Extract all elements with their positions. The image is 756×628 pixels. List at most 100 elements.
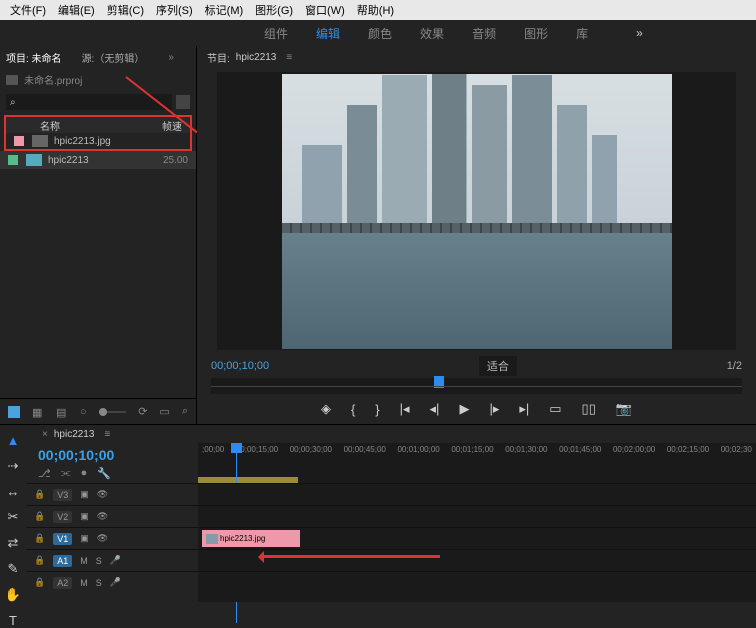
pen-tool[interactable]: ✎ [8,561,19,577]
project-filter-icon[interactable] [176,95,190,109]
track-header-a1[interactable]: 🔒 A1 MS 🎤 [26,549,198,571]
track-header-v1[interactable]: 🔒 V1 ▣ 👁 [26,527,198,549]
eye-icon[interactable]: 👁 [97,533,108,544]
voice-icon[interactable]: 🎤 [110,577,121,588]
add-marker-button[interactable]: ◈ [321,401,331,417]
add-marker-icon[interactable]: ● [81,467,88,480]
ws-graphics[interactable]: 图形 [510,25,562,42]
ws-assembly[interactable]: 组件 [250,25,302,42]
selection-tool[interactable]: ▲ [7,433,20,448]
menu-file[interactable]: 文件(F) [4,2,52,18]
menu-help[interactable]: 帮助(H) [351,2,400,18]
track-select-tool[interactable]: ⇢ [8,458,19,474]
menu-edit[interactable]: 编辑(E) [52,2,101,18]
go-to-out-button[interactable]: ▸| [519,401,529,417]
track-header-v3[interactable]: 🔒 V3 ▣ 👁 [26,483,198,505]
zoom-fit-select[interactable]: 适合 [479,356,517,376]
track-v1-lane[interactable]: hpic2213.jpg [198,527,756,549]
track-label[interactable]: V1 [53,533,72,545]
lock-icon[interactable]: 🔒 [34,489,45,500]
linked-selection-icon[interactable]: ⫘ [61,467,71,480]
timeline-clip[interactable]: hpic2213.jpg [202,530,300,547]
menu-sequence[interactable]: 序列(S) [150,2,199,18]
track-a1-lane[interactable] [198,549,756,571]
lift-button[interactable]: ▭ [549,401,561,417]
track-label[interactable]: A2 [53,577,72,589]
hand-tool[interactable]: ✋ [5,587,21,603]
tab-project[interactable]: 项目: 未命名 [6,50,62,65]
freeform-view-icon[interactable]: ▤ [56,406,68,418]
solo-icon[interactable]: S [96,556,102,566]
track-v2-lane[interactable] [198,505,756,527]
eye-icon[interactable]: 👁 [97,489,108,500]
find-icon[interactable]: ⌕ [182,405,188,418]
new-bin-icon[interactable]: ▭ [159,405,169,418]
program-preview[interactable] [217,72,736,350]
play-button[interactable]: ▶ [459,401,469,417]
settings-icon[interactable]: 🔧 [97,467,111,480]
track-v3-lane[interactable] [198,483,756,505]
track-header-a2[interactable]: 🔒 A2 MS 🎤 [26,571,198,593]
program-sequence-name[interactable]: hpic2213 [236,52,277,63]
ripple-edit-tool[interactable]: ↔ [7,484,20,499]
voice-icon[interactable]: 🎤 [110,555,121,566]
menu-window[interactable]: 窗口(W) [299,2,351,18]
track-header-v2[interactable]: 🔒V2▣👁 [26,505,198,527]
panel-menu-icon[interactable]: ≡ [104,429,110,440]
toggle-output-icon[interactable]: ▣ [80,511,89,522]
ws-more[interactable]: » [622,26,657,40]
mark-out-button[interactable]: } [375,402,379,417]
panel-menu-icon[interactable]: ≡ [286,52,292,63]
col-rate[interactable]: 帧速 [162,118,182,133]
menu-graphics[interactable]: 图形(G) [249,2,299,18]
col-name[interactable]: 名称 [40,118,60,133]
track-content-area[interactable]: hpic2213.jpg [198,483,756,602]
slip-tool[interactable]: ⇄ [8,535,19,551]
ws-effects[interactable]: 效果 [406,25,458,42]
export-frame-button[interactable]: 📷 [616,401,632,417]
sort-icon[interactable]: ⟳ [138,405,147,418]
lock-icon[interactable]: 🔒 [34,577,45,588]
lock-icon[interactable]: 🔒 [34,511,45,522]
playhead-icon[interactable] [434,376,444,388]
track-label[interactable]: A1 [53,555,72,567]
icon-view-icon[interactable]: ▦ [32,406,44,418]
eye-icon[interactable]: 👁 [97,511,108,522]
timeline-sequence-tab[interactable]: hpic2213 [54,429,95,440]
ws-library[interactable]: 库 [562,25,602,42]
toggle-output-icon[interactable]: ▣ [80,489,89,500]
resolution-select[interactable]: 1/2 [727,360,742,372]
mute-icon[interactable]: M [80,556,88,566]
track-a2-lane[interactable] [198,571,756,593]
program-timecode[interactable]: 00;00;10;00 [211,360,269,372]
track-label[interactable]: V3 [53,489,72,501]
menu-clip[interactable]: 剪辑(C) [101,2,150,18]
timeline-timecode[interactable]: 00;00;10;00 [38,447,186,463]
go-to-in-button[interactable]: |◂ [400,401,410,417]
lock-icon[interactable]: 🔒 [34,533,45,544]
project-item-sequence[interactable]: hpic2213 25.00 [0,151,196,169]
extract-button[interactable]: ▯▯ [582,401,596,417]
mark-in-button[interactable]: { [351,402,355,417]
snap-icon[interactable]: ⎇ [38,467,51,480]
type-tool[interactable]: T [9,613,17,628]
thumbnail-size-slider[interactable] [99,411,127,413]
mute-icon[interactable]: M [80,578,88,588]
toggle-output-icon[interactable]: ▣ [80,533,89,544]
tab-source[interactable]: 源:（无剪辑） [82,50,145,65]
solo-icon[interactable]: S [96,578,102,588]
close-seq-icon[interactable]: × [42,429,48,440]
step-forward-button[interactable]: |▸ [489,401,499,417]
ws-audio[interactable]: 音频 [458,25,510,42]
panel-more[interactable]: » [168,52,174,63]
razor-tool[interactable]: ✂ [8,509,19,525]
project-search-input[interactable] [6,94,172,110]
timeline-ruler[interactable]: ;00;00 00;00;15;00 00;00;30;00 00;00;45;… [198,443,756,483]
menu-marker[interactable]: 标记(M) [199,2,250,18]
step-back-button[interactable]: ◂| [430,401,440,417]
lock-icon[interactable]: 🔒 [34,555,45,566]
project-item-image[interactable]: hpic2213.jpg [4,133,192,151]
ws-color[interactable]: 颜色 [354,25,406,42]
list-view-icon[interactable] [8,406,20,418]
ws-editing[interactable]: 编辑 [302,25,354,42]
